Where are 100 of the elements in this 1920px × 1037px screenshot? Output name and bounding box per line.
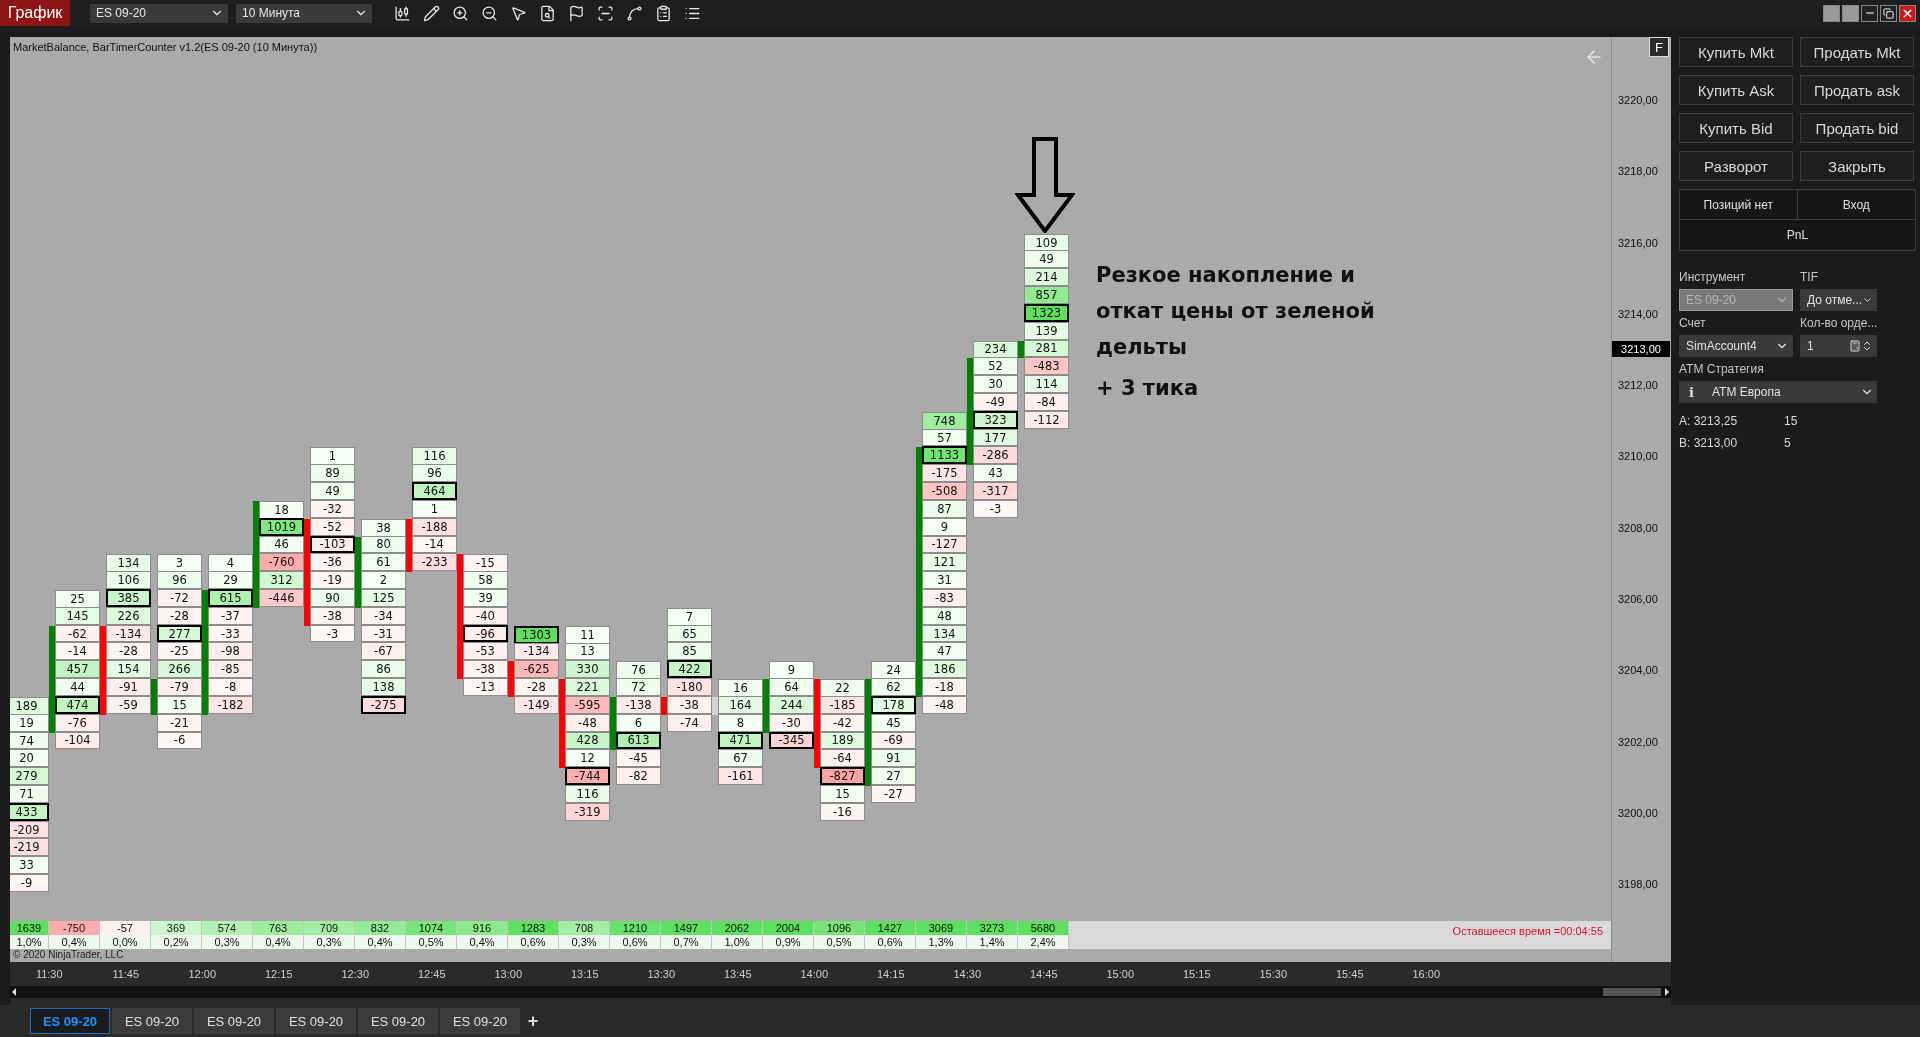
price-label: 3208,00 <box>1618 520 1658 536</box>
order-button[interactable]: Разворот <box>1679 151 1793 181</box>
window-button[interactable] <box>1823 4 1840 22</box>
delta-cell: 24 <box>871 661 916 680</box>
delta-cell: 64 <box>769 678 814 696</box>
time-label: 14:15 <box>876 968 906 980</box>
delta-cell: -508 <box>922 482 967 500</box>
annotation-text: откат цены от зеленой <box>1096 298 1375 325</box>
delta-cell: -317 <box>973 482 1018 500</box>
interval-dropdown[interactable]: 10 Минута <box>236 3 372 23</box>
zoom-in-icon[interactable] <box>452 4 469 22</box>
delta-cell: -483 <box>1024 357 1069 376</box>
quote-price: A: 3213,25 <box>1679 414 1739 428</box>
delta-cell: -744 <box>565 767 610 785</box>
flag-icon[interactable] <box>568 4 585 22</box>
time-label: 14:45 <box>1029 968 1059 980</box>
quantity-field[interactable]: 1 <box>1800 335 1877 357</box>
delta-cell: 7 <box>667 607 712 626</box>
delta-total: 2062 <box>712 921 763 935</box>
account-select[interactable]: SimAccount4 <box>1679 335 1793 357</box>
spinner-icon[interactable] <box>1861 340 1873 352</box>
volume-percent: 0,3% <box>304 935 355 949</box>
order-button[interactable]: Продать bid <box>1800 113 1914 143</box>
chart-tab[interactable]: ES 09-20 <box>30 1008 110 1034</box>
entry-label: Вход <box>1797 190 1915 220</box>
chart-tab[interactable]: График <box>0 0 70 26</box>
tif-select[interactable]: До отме... <box>1800 289 1877 311</box>
f-button[interactable]: F <box>1649 37 1669 57</box>
scan-icon[interactable] <box>597 4 614 22</box>
delta-cell: 748 <box>922 411 967 430</box>
delta-cell: -175 <box>922 464 967 483</box>
price-label: 3204,00 <box>1618 663 1658 679</box>
delta-cell: -28 <box>514 678 559 696</box>
delta-cell: 25 <box>55 590 100 608</box>
delta-cell: 85 <box>667 642 712 661</box>
delta-cell: 62 <box>871 678 916 696</box>
volume-percent: 0,4% <box>457 935 508 949</box>
delta-cell: 89 <box>310 464 355 483</box>
delta-cell: -25 <box>157 642 202 661</box>
order-button[interactable]: Купить Mkt <box>1679 37 1793 67</box>
volume-percent: 0,3% <box>202 935 253 949</box>
order-button[interactable]: Купить Ask <box>1679 75 1793 105</box>
field-label: Инструмент <box>1679 269 1747 286</box>
delta-cell: 312 <box>259 571 304 589</box>
order-button[interactable]: Продать Mkt <box>1800 37 1914 67</box>
chart-tab[interactable]: ES 09-20 <box>194 1008 274 1034</box>
pencil-icon[interactable] <box>423 4 440 22</box>
delta-cell: 58 <box>463 571 508 590</box>
calculator-icon[interactable] <box>1849 340 1861 352</box>
volume-percent: 0,6% <box>610 935 661 949</box>
delta-cell: 857 <box>1024 286 1069 304</box>
delta-cell: 29 <box>208 571 253 590</box>
volume-percent: 1,4% <box>967 935 1018 949</box>
scrollbar[interactable] <box>10 986 1671 998</box>
instrument-dropdown[interactable]: ES 09-20 <box>90 3 228 23</box>
volume-percent: 0,4% <box>49 935 100 949</box>
zoom-out-icon[interactable] <box>481 4 498 22</box>
quote-size: 15 <box>1784 414 1799 428</box>
delta-cell: -9 <box>10 874 49 892</box>
line-chart-icon[interactable] <box>626 4 643 22</box>
delta-cell: -19 <box>310 571 355 589</box>
volume-percent: 0,6% <box>508 935 559 949</box>
time-label: 15:30 <box>1258 968 1288 980</box>
delta-cell: 4 <box>208 554 253 573</box>
chart-tab[interactable]: ES 09-20 <box>358 1008 438 1034</box>
delta-cell: 121 <box>922 553 967 572</box>
chart-tab[interactable]: ES 09-20 <box>112 1008 192 1034</box>
time-label: 15:00 <box>1105 968 1135 980</box>
window-button[interactable] <box>1842 4 1859 22</box>
delta-total: 832 <box>355 921 406 935</box>
delta-total: 1074 <box>406 921 457 935</box>
chart-tab[interactable]: ES 09-20 <box>276 1008 356 1034</box>
field-label: Счет <box>1679 315 1707 332</box>
document-search-icon[interactable] <box>539 4 556 22</box>
delta-total: 574 <box>202 921 253 935</box>
add-tab-button[interactable]: + <box>522 1008 544 1034</box>
delta-cell: -14 <box>55 642 100 661</box>
delta-cell: -82 <box>616 767 661 785</box>
delta-cell: 3 <box>157 554 202 573</box>
delta-cell: 125 <box>361 589 406 607</box>
volume-percent: 1,3% <box>916 935 967 949</box>
delta-cell: -98 <box>208 642 253 661</box>
order-button[interactable]: Закрыть <box>1800 151 1914 181</box>
pointer-icon[interactable] <box>510 4 527 22</box>
time-label: 15:15 <box>1182 968 1212 980</box>
chart-tab[interactable]: ES 09-20 <box>440 1008 520 1034</box>
candlestick-icon[interactable] <box>394 4 411 22</box>
delta-cell: 18 <box>259 500 304 519</box>
field-label: TIF <box>1800 269 1819 286</box>
order-button[interactable]: Купить Bid <box>1679 113 1793 143</box>
clipboard-icon[interactable] <box>655 4 672 22</box>
delta-cell: 615 <box>208 589 253 607</box>
delta-total: 369 <box>151 921 202 935</box>
volume-percent: 0,6% <box>865 935 916 949</box>
annotation-text: дельты <box>1096 334 1189 361</box>
atm-select[interactable]: i ATM Европа <box>1679 381 1877 403</box>
time-label: 12:45 <box>417 968 447 980</box>
delta-cell: -72 <box>157 589 202 607</box>
delta-cell: -625 <box>514 660 559 679</box>
order-button[interactable]: Продать ask <box>1800 75 1914 105</box>
